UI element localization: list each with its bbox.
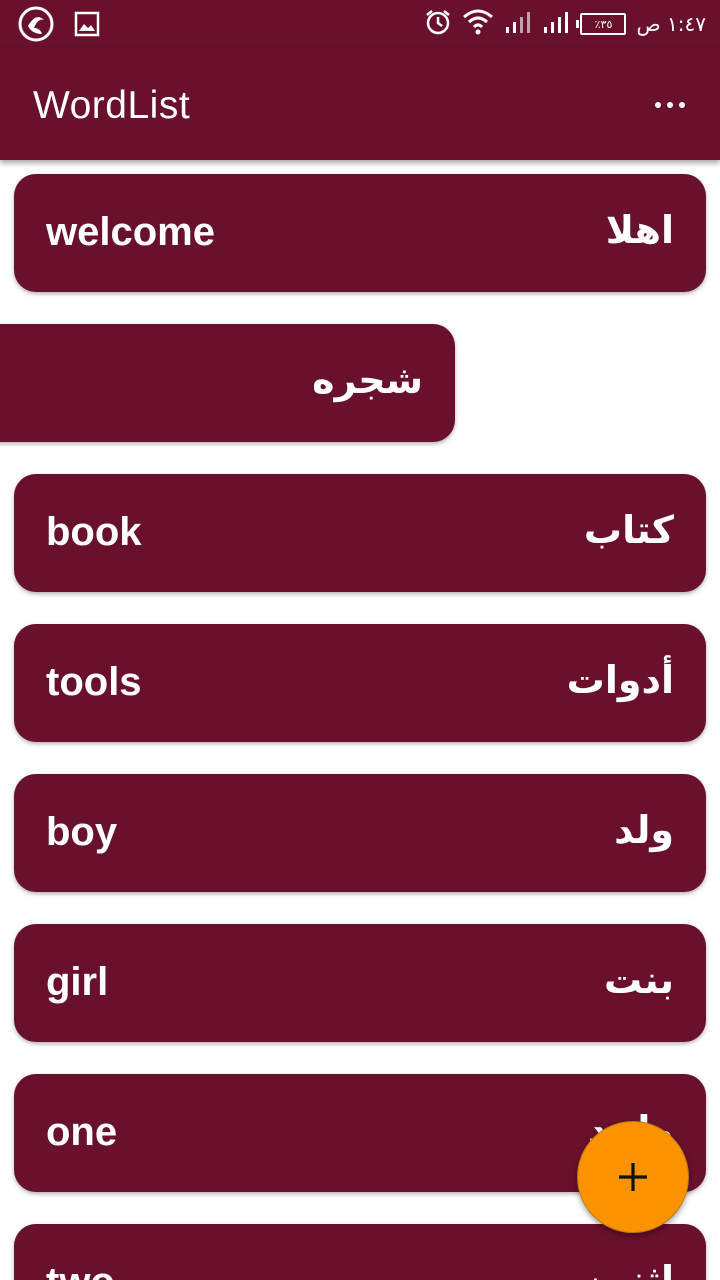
english-word: girl bbox=[46, 960, 109, 1004]
wifi-icon bbox=[462, 8, 494, 41]
alarm-icon bbox=[424, 8, 452, 41]
word-card[interactable]: tools أدوات bbox=[14, 624, 706, 742]
status-bar: ٪٣٥ ١:٤٧ ص bbox=[0, 0, 720, 48]
screen: ٪٣٥ ١:٤٧ ص WordList welcome اهلا شجره bo… bbox=[0, 0, 720, 1280]
word-list: welcome اهلا شجره book كتاب tools أدوات … bbox=[0, 160, 720, 1280]
word-card[interactable]: two اثنين bbox=[14, 1224, 706, 1280]
english-word: boy bbox=[46, 810, 118, 854]
arabic-word: اثنين bbox=[581, 1258, 674, 1280]
english-word: tools bbox=[46, 660, 142, 704]
add-word-button[interactable] bbox=[577, 1121, 689, 1233]
word-card[interactable]: boy ولد bbox=[14, 774, 706, 892]
word-card[interactable]: book كتاب bbox=[14, 474, 706, 592]
arabic-word: ولد bbox=[614, 808, 674, 852]
arabic-word: شجره bbox=[312, 358, 423, 402]
image-icon bbox=[74, 11, 100, 42]
signal-icon bbox=[504, 9, 532, 40]
word-card[interactable]: welcome اهلا bbox=[14, 174, 706, 292]
arabic-word: بنت bbox=[603, 958, 674, 1002]
english-word: one bbox=[46, 1110, 118, 1154]
english-word: book bbox=[46, 510, 142, 554]
clock: ١:٤٧ ص bbox=[636, 12, 706, 36]
word-card[interactable]: girl بنت bbox=[14, 924, 706, 1042]
english-word: welcome bbox=[46, 210, 215, 254]
arabic-word: كتاب bbox=[583, 508, 674, 552]
app-bar: WordList bbox=[0, 48, 720, 160]
app-notification-icon bbox=[18, 6, 54, 47]
app-title: WordList bbox=[33, 84, 191, 127]
word-card-swiped[interactable]: شجره bbox=[0, 324, 455, 442]
signal-icon-2 bbox=[542, 9, 570, 40]
english-word: two bbox=[46, 1260, 115, 1280]
arabic-word: اهلا bbox=[605, 208, 674, 252]
battery-icon: ٪٣٥ bbox=[576, 13, 627, 35]
add-icon bbox=[619, 1163, 647, 1191]
more-vert-icon[interactable] bbox=[650, 88, 690, 122]
arabic-word: أدوات bbox=[566, 658, 674, 702]
